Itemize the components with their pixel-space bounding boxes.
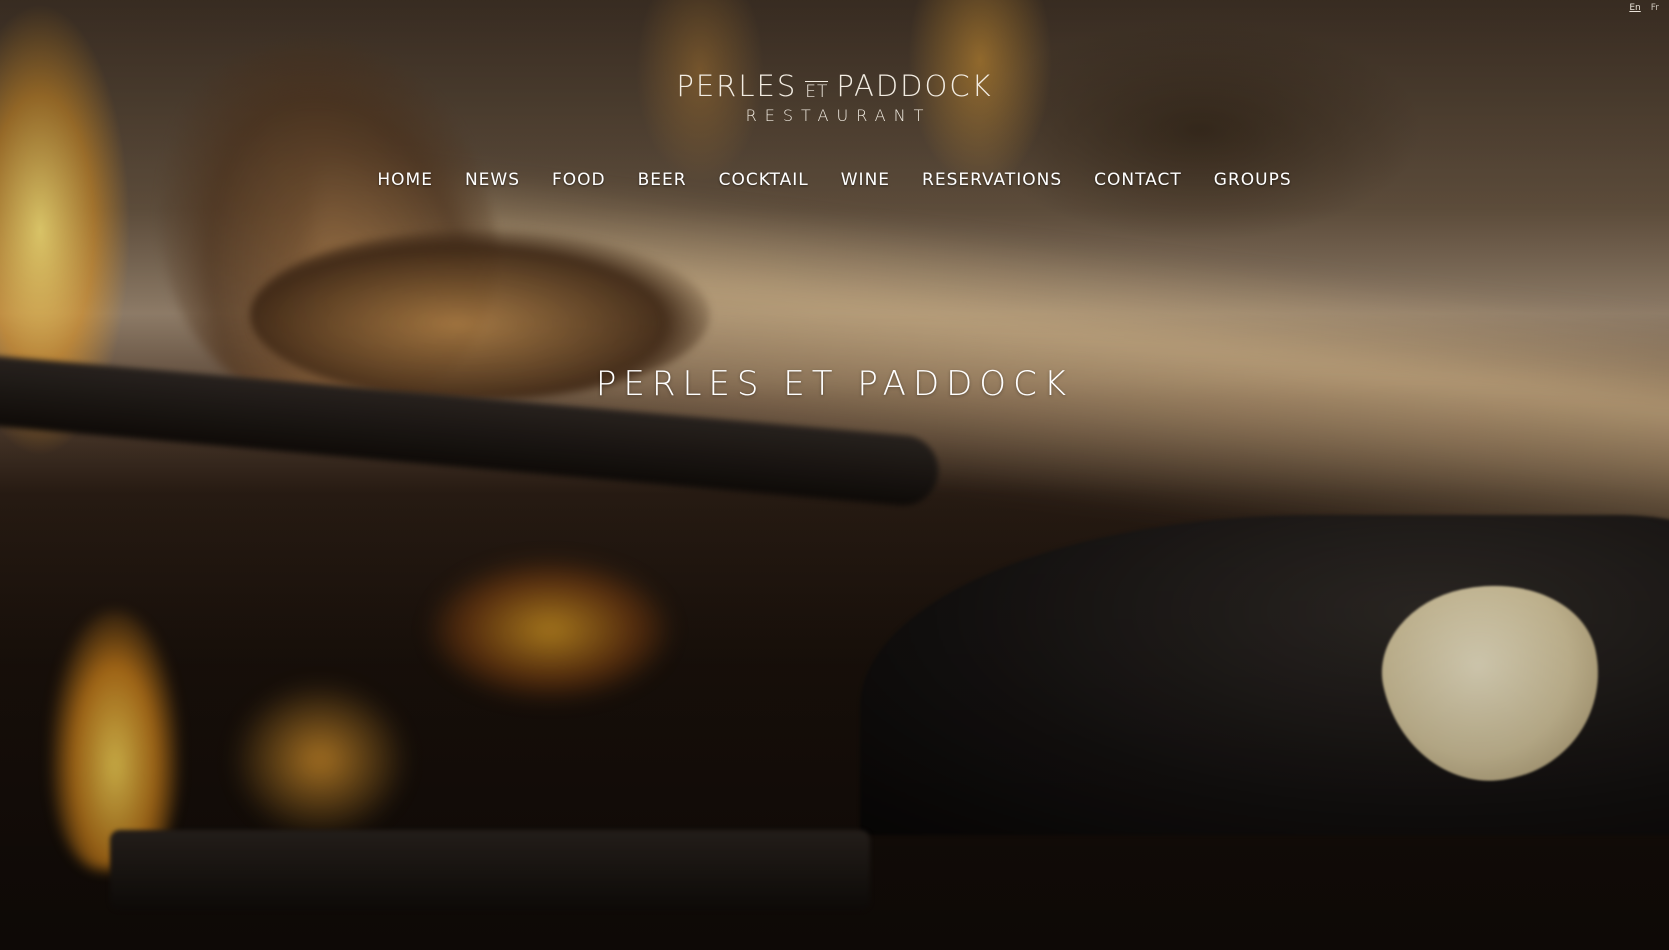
- nav-item-groups[interactable]: GROUPS: [1214, 170, 1292, 190]
- logo-wordmark: PERLES ET PADDOCK: [676, 70, 992, 102]
- site-logo[interactable]: PERLES ET PADDOCK RESTAURANT: [0, 70, 1669, 125]
- nav-item-cocktail[interactable]: COCKTAIL: [719, 170, 809, 190]
- nav-item-reservations[interactable]: RESERVATIONS: [922, 170, 1062, 190]
- nav-item-news[interactable]: NEWS: [465, 170, 520, 190]
- hero-background: En Fr PERLES ET PADDOCK RESTAURANT HOME …: [0, 0, 1669, 950]
- logo-word-paddock: PADDOCK: [836, 69, 993, 103]
- language-fr-link[interactable]: Fr: [1651, 3, 1659, 13]
- nav-item-contact[interactable]: CONTACT: [1094, 170, 1182, 190]
- language-switch: En Fr: [1629, 3, 1659, 13]
- main-nav: HOME NEWS FOOD BEER COCKTAIL WINE RESERV…: [0, 170, 1669, 190]
- logo-subtitle: RESTAURANT: [745, 106, 932, 125]
- background-overlay: [0, 0, 1669, 950]
- nav-item-home[interactable]: HOME: [377, 170, 433, 190]
- nav-item-wine[interactable]: WINE: [841, 170, 890, 190]
- logo-word-perles: PERLES: [676, 69, 798, 103]
- language-en-link[interactable]: En: [1629, 3, 1640, 13]
- hero-headline: PERLES ET PADDOCK: [595, 364, 1074, 404]
- nav-item-food[interactable]: FOOD: [552, 170, 606, 190]
- logo-word-et: ET: [805, 81, 829, 102]
- nav-item-beer[interactable]: BEER: [638, 170, 687, 190]
